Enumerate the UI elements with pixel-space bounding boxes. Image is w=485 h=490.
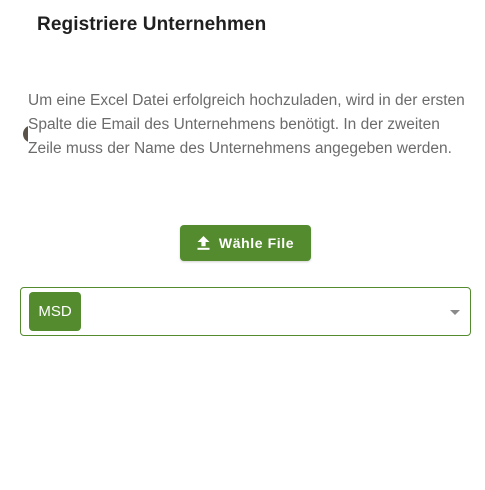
upload-instructions: Um eine Excel Datei erfolgreich hochzula… [28,92,465,157]
edge-marker [18,126,28,142]
company-select[interactable]: MSD [20,287,471,336]
dropdown-arrow-icon[interactable] [450,310,460,315]
upload-icon [197,236,210,250]
choose-file-label: Wähle File [218,235,295,251]
register-company-title: Registriere Unternehmen [37,14,267,35]
choose-file-button[interactable]: Wähle File [180,225,311,261]
selected-company-chip[interactable]: MSD [29,292,81,331]
